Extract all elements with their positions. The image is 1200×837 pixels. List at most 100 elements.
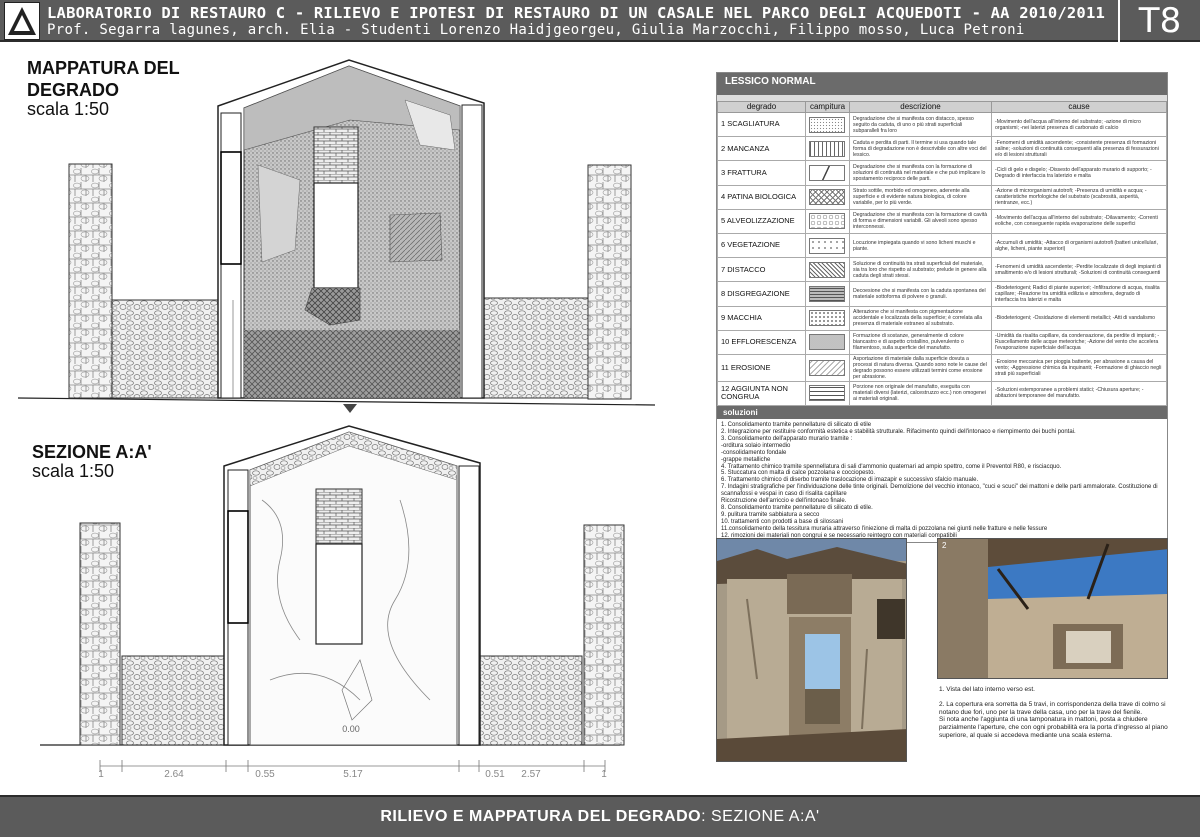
- header-title: LABORATORIO DI RESTAURO C - RILIEVO E IP…: [47, 4, 1106, 22]
- solution-item: -grappe metalliche: [721, 456, 771, 463]
- solution-item: 5. Stuccatura con malta di calce pozzola…: [721, 470, 876, 477]
- photo-caption: 1. Vista del lato interno verso est. 2. …: [939, 686, 1169, 740]
- pattern-swatch: [809, 334, 845, 351]
- col-header: degrado: [717, 101, 806, 113]
- col-header: campitura: [805, 101, 850, 113]
- degrado-description: Soluzione di continuità tra strati super…: [849, 257, 992, 283]
- pattern-swatch: [809, 237, 845, 254]
- degrado-name: 7 DISTACCO: [717, 257, 806, 283]
- degrado-description: Degradazione che si manifesta con distac…: [849, 111, 992, 138]
- degrado-cause: -Movimento dell'acqua all'interno del su…: [991, 208, 1167, 234]
- header-bar: LABORATORIO DI RESTAURO C - RILIEVO E IP…: [0, 0, 1200, 42]
- degrado-name: 4 PATINA BIOLOGICA: [717, 184, 806, 210]
- solution-item: 3. Consolidamento dell'apparato murario …: [721, 435, 853, 442]
- degrado-description: Caduta e perdita di parti. Il termine si…: [849, 136, 992, 162]
- mapping-elevation: [17, 59, 656, 406]
- degrado-description: Decoesione che si manifesta con la cadut…: [849, 281, 992, 307]
- degrado-description: Asportazione di materiale dalla superfic…: [849, 353, 992, 382]
- legend-row: 3 FRATTURA Degradazione che si manifesta …: [717, 160, 1167, 186]
- dim-label: 0.55: [255, 769, 275, 780]
- dim-label: 1: [601, 769, 607, 780]
- pattern-swatch: [809, 310, 845, 327]
- col-header: descrizione: [849, 101, 992, 113]
- degrado-description: Alterazione che si manifesta con pigment…: [849, 305, 992, 331]
- solution-item: 10. trattamenti con prodotti a base di s…: [721, 518, 844, 525]
- degrado-cause: -Fenomeni di umidità ascendente; -consis…: [991, 136, 1167, 162]
- legend-row: 6 VEGETAZIONE Locuzione impiegata quando …: [717, 232, 1167, 259]
- degrado-name: 3 FRATTURA: [717, 160, 806, 186]
- section-elevation: 0.00: [40, 404, 625, 746]
- solution-item: 2. Integrazione per restituire conformit…: [721, 428, 1076, 435]
- caption-line: 2. La copertura era sorretta da 5 travi,…: [939, 700, 1166, 716]
- footer-title: RILIEVO E MAPPATURA DEL DEGRADO: [380, 808, 702, 825]
- photo-interior-window: [716, 538, 907, 762]
- solution-item: 9. pulitura tramite sabbiatura a secco: [721, 511, 820, 518]
- degrado-name: 5 ALVEOLIZZAZIONE: [717, 208, 806, 234]
- dim-label: 5.17: [343, 769, 363, 780]
- degrado-cause: -Soluzioni estemporanee a problemi stati…: [991, 380, 1167, 407]
- degrado-cause: -Biodeteriogeni; Radici di piante superi…: [991, 281, 1167, 307]
- photo-roof-beams: 2: [937, 538, 1168, 679]
- solutions-title: soluzioni: [717, 406, 1167, 420]
- degrado-name: 10 EFFLORESCENZA: [717, 329, 806, 355]
- legend-row: 2 MANCANZA Caduta e perdita di parti. Il …: [717, 136, 1167, 162]
- legend-row: 4 PATINA BIOLOGICA Strato sottile, morbid…: [717, 184, 1167, 210]
- solution-item: Ricostruzione dell'arriccio e dell'inton…: [721, 498, 847, 505]
- legend-row: 10 EFFLORESCENZA Formazione di sostanze, …: [717, 329, 1167, 355]
- lessico-normal-legend: LESSICO NORMAL degrado campitura descriz…: [716, 72, 1168, 544]
- legend-row: 7 DISTACCO Soluzione di continuità tra st…: [717, 257, 1167, 283]
- solution-item: 7. Indagini stratigrafiche per l'individ…: [721, 484, 1158, 498]
- legend-row: 11 EROSIONE Asportazione di materiale dal…: [717, 353, 1167, 382]
- sheet-code: T8: [1118, 0, 1200, 42]
- solution-item: 11.consolidamento della tessitura murari…: [721, 525, 1048, 532]
- architectural-drawings: 0.00 1 2.64 0.55 5.17 0.51 2.57 1: [17, 59, 656, 780]
- caption-line: 1. Vista del lato interno verso est.: [939, 686, 1035, 693]
- legend-row: 5 ALVEOLIZZAZIONE Degradazione che si man…: [717, 208, 1167, 234]
- pattern-swatch: [809, 261, 845, 278]
- degrado-description: Formazione di sostanze, generalmente di …: [849, 329, 992, 355]
- degrado-description: Degradazione che si manifesta con la for…: [849, 160, 992, 186]
- degrado-cause: -Erosione meccanica per pioggia battente…: [991, 353, 1167, 382]
- pattern-swatch: [809, 385, 845, 402]
- degrado-cause: -Azione di microrganismi autotrofi; -Pre…: [991, 184, 1167, 210]
- degrado-cause: -Cicli di gelo e disgelo; -Dissesto dell…: [991, 160, 1167, 186]
- solution-item: -consolidamento fondale: [721, 449, 787, 456]
- level-marker-icon: [343, 404, 357, 413]
- legend-row: 1 SCAGLIATURA Degradazione che si manifes…: [717, 111, 1167, 138]
- pattern-swatch: [809, 213, 845, 230]
- header-subtitle: Prof. Segarra lagunes, arch. Elia - Stud…: [47, 22, 1025, 38]
- degrado-description: Porzione non originale del manufatto, es…: [849, 380, 992, 407]
- degrado-name: 12 AGGIUNTA NON CONGRUA: [717, 380, 806, 407]
- degrado-description: Degradazione che si manifesta con la for…: [849, 208, 992, 234]
- pattern-swatch: [809, 140, 845, 157]
- solution-item: 1. Consolidamento tramite pennellature d…: [721, 422, 872, 429]
- footer-subtitle: : SEZIONE A:A': [701, 808, 820, 825]
- degrado-name: 2 MANCANZA: [717, 136, 806, 162]
- solution-item: -orditura solaio intermedio: [721, 442, 791, 449]
- pattern-swatch: [809, 359, 845, 376]
- degrado-name: 8 DISGREGAZIONE: [717, 281, 806, 307]
- degrado-name: 11 EROSIONE: [717, 353, 806, 382]
- solution-item: 6. Trattamento chimico di diserbo tramit…: [721, 477, 979, 484]
- photo-number: 2: [942, 541, 947, 550]
- degrado-description: Locuzione impiegata quando vi sono liche…: [849, 232, 992, 259]
- col-header: cause: [991, 101, 1167, 113]
- degrado-cause: -Accumuli di umidità; -Attacco di organi…: [991, 232, 1167, 259]
- legend-table: degrado campitura descrizione cause 1 SC…: [717, 101, 1167, 407]
- dim-label: 2.57: [521, 769, 541, 780]
- legend-row: 8 DISGREGAZIONE Decoesione che si manifes…: [717, 281, 1167, 307]
- degrado-name: 9 MACCHIA: [717, 305, 806, 331]
- solution-item: 4. Trattamento chimico tramite spennella…: [721, 463, 1062, 470]
- degrado-name: 1 SCAGLIATURA: [717, 111, 806, 138]
- pattern-swatch: [809, 189, 845, 206]
- legend-title: LESSICO NORMAL: [717, 73, 1167, 95]
- pattern-swatch: [809, 116, 845, 133]
- dim-label: 2.64: [164, 769, 184, 780]
- caption-line: Si nota anche l'aggiunta di una tamponat…: [939, 716, 1168, 739]
- pattern-swatch: [809, 285, 845, 302]
- degrado-cause: -Fenomeni di umidità ascendente; -Perdit…: [991, 257, 1167, 283]
- degrado-name: 6 VEGETAZIONE: [717, 232, 806, 259]
- university-logo-icon: [4, 2, 40, 40]
- dim-label: 1: [98, 769, 104, 780]
- degrado-cause: -Movimento dell'acqua all'interno del su…: [991, 111, 1167, 138]
